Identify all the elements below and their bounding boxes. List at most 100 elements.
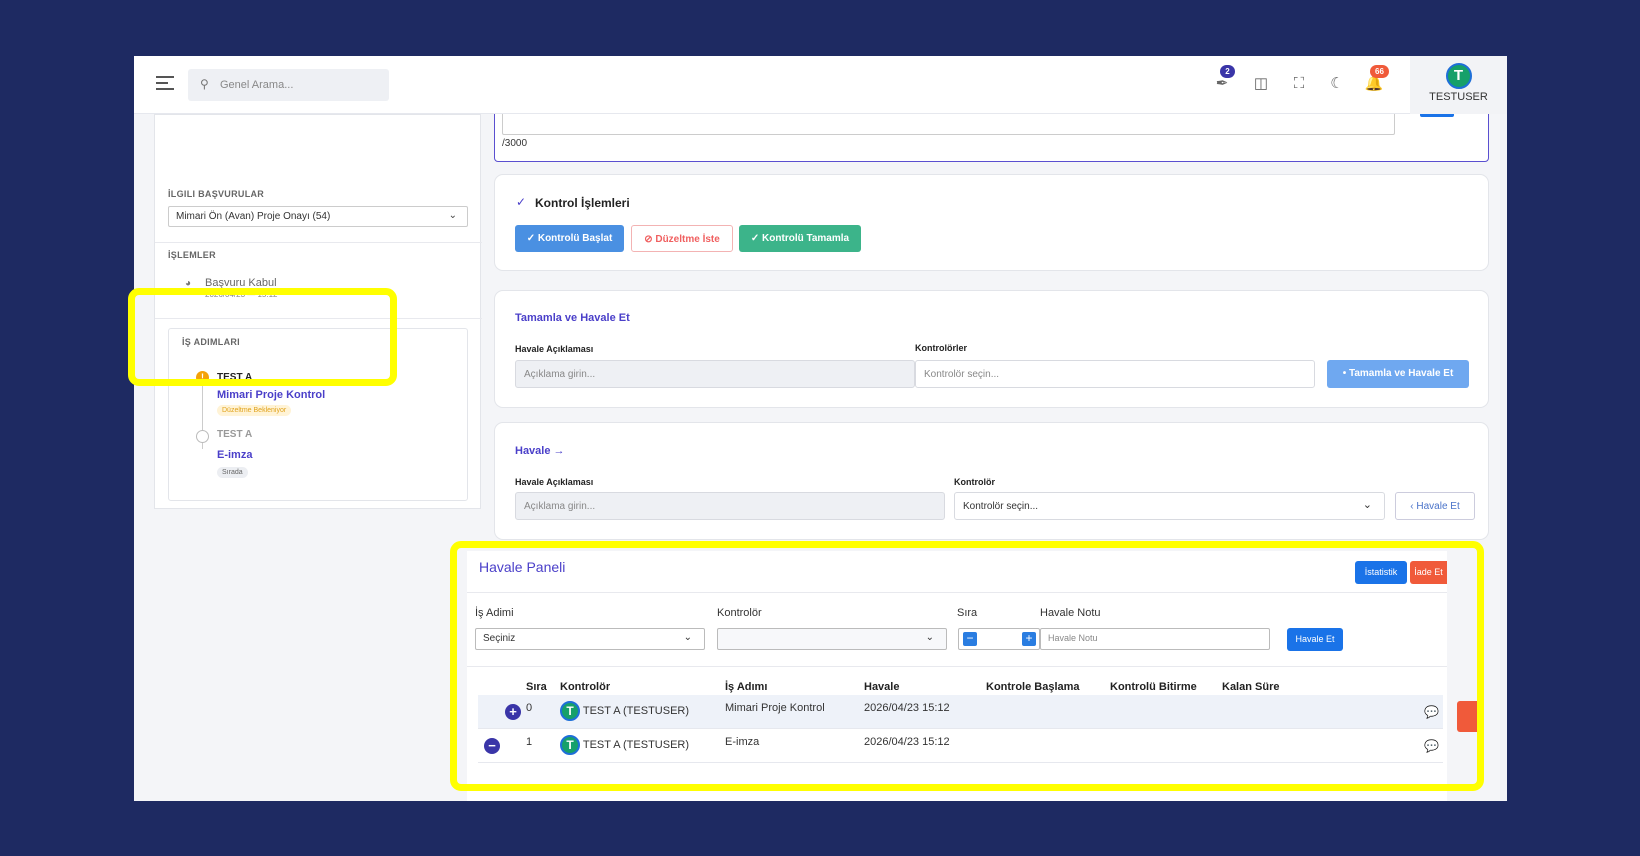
stats-button[interactable]: İstatistik (1355, 561, 1407, 584)
note-input[interactable]: Havale Notu (1040, 628, 1270, 650)
chevron-down-icon: ⌄ (1362, 499, 1372, 511)
row-order: 1 (526, 736, 533, 748)
col-remaining: Kalan Süre (1222, 681, 1280, 693)
check-circle-icon: ✓ (516, 195, 527, 209)
chevron-down-icon: ⌄ (448, 210, 457, 221)
col-end: Kontrolü Bitirme (1110, 681, 1197, 693)
desc-input[interactable]: Açıklama girin... (515, 360, 915, 388)
status-badge: Düzeltme Bekleniyor (217, 405, 292, 416)
pen-badge: 2 (1220, 65, 1235, 78)
sidebar: İLGILI BAŞVURULAR Mimari Ön (Avan) Proje… (154, 114, 482, 509)
avatar: T (560, 701, 580, 721)
request-correction-button[interactable]: ⊘ Düzeltme İste (631, 225, 733, 252)
submit-transfer-button[interactable]: Havale Et (1287, 628, 1343, 651)
step-process[interactable]: E-imza (217, 449, 252, 461)
step-name: TEST A (217, 429, 253, 440)
expand-icon[interactable]: + (505, 704, 521, 720)
controller-label: Kontrolör (717, 607, 762, 619)
search-icon: ⚲ (200, 77, 209, 91)
comment-icon[interactable]: 💬 (1424, 739, 1439, 753)
controllers-input[interactable]: Kontrolör seçin... (915, 360, 1315, 388)
search-input[interactable] (220, 69, 380, 101)
step-label: İş Adimi (475, 607, 514, 619)
related-select[interactable]: Mimari Ön (Avan) Proje Onayı (54) ⌄ (168, 206, 468, 227)
ops-label: İŞLEMLER (168, 250, 216, 260)
complete-control-button[interactable]: ✓ Kontrolü Tamamla (739, 225, 861, 252)
avatar: T (1445, 63, 1472, 89)
controller-value: Kontrolör seçin... (963, 501, 1039, 512)
warning-icon: ! (196, 371, 209, 384)
transfer-panel: Havale Paneli İstatistik İade Et İş Adim… (467, 551, 1447, 801)
step-process[interactable]: Mimari Proje Kontrol (217, 389, 325, 401)
table-row[interactable]: − 1 T TEST A (TESTUSER) E-imza 2026/04/2… (478, 729, 1443, 763)
side-tab[interactable] (1457, 701, 1483, 732)
desc-label: Havale Açıklaması (515, 344, 594, 354)
fullscreen-icon[interactable]: ⛶ (1289, 74, 1309, 94)
user-menu[interactable]: T TESTUSER (1410, 56, 1507, 114)
operation-date: 2026/04/23 — 15:12 (205, 290, 278, 299)
row-controller-name: TEST A (TESTUSER) (582, 704, 690, 717)
chevron-down-icon: ⌄ (925, 632, 934, 643)
col-step: İş Adımı (725, 681, 768, 693)
panel-icon[interactable]: ◫ (1251, 74, 1271, 94)
panel-title: Havale Paneli (479, 559, 566, 575)
avatar: T (560, 735, 580, 755)
moon-icon[interactable]: ☾ (1327, 74, 1347, 94)
divider (155, 318, 482, 319)
row-order: 0 (526, 702, 533, 714)
comment-icon[interactable]: 💬 (1424, 705, 1439, 719)
char-counter: /3000 (502, 138, 528, 149)
col-transfer: Havale (864, 681, 900, 693)
row-controller-name: TEST A (TESTUSER) (582, 738, 690, 751)
start-control-button[interactable]: ✓ Kontrolü Başlat (515, 225, 624, 252)
transfer-button[interactable]: ‹ Havale Et (1395, 492, 1475, 520)
divider (467, 592, 1447, 593)
control-card: ✓ Kontrol İşlemleri ✓ Kontrolü Başlat ⊘ … (494, 174, 1489, 271)
minus-icon[interactable]: − (963, 632, 977, 646)
desc-input[interactable]: Açıklama girin... (515, 492, 945, 520)
steps-label: İŞ ADIMLARI (182, 337, 240, 347)
desc-label: Havale Açıklaması (515, 477, 594, 487)
row-controller: T TEST A (TESTUSER) (560, 735, 689, 755)
user-name: TESTUSER (1429, 91, 1488, 103)
complete-transfer-card: Tamamla ve Havale Et Havale Açıklaması A… (494, 290, 1489, 408)
step-select[interactable]: Seçiniz ⌄ (475, 628, 705, 650)
controller-label: Kontrolör (954, 477, 995, 487)
complete-title: Tamamla ve Havale Et (515, 312, 630, 324)
menu-toggle-icon[interactable] (156, 76, 174, 92)
order-stepper[interactable]: − + (958, 628, 1040, 650)
chevron-down-icon: ⌄ (683, 632, 692, 643)
row-step: Mimari Proje Kontrol (725, 702, 825, 714)
divider (467, 666, 1447, 667)
divider (155, 242, 482, 243)
controller-select[interactable]: ⌄ (717, 628, 947, 650)
return-button[interactable]: İade Et (1410, 561, 1447, 584)
collapse-icon[interactable]: − (484, 738, 500, 754)
transfer-card: Havale → Havale Açıklaması Açıklama giri… (494, 422, 1489, 540)
global-search[interactable]: ⚲ (188, 69, 389, 101)
control-title: Kontrol İşlemleri (535, 196, 630, 210)
row-transfer: 2026/04/23 15:12 (864, 702, 950, 714)
step-name: TEST A (217, 372, 253, 383)
row-step: E-imza (725, 736, 760, 748)
pending-icon (196, 430, 209, 443)
operation-title: Başvuru Kabul (205, 277, 277, 289)
order-label: Sıra (957, 607, 978, 619)
step-select-value: Seçiniz (483, 633, 516, 644)
related-value: Mimari Ön (Avan) Proje Onayı (54) (176, 211, 331, 222)
col-start: Kontrole Başlama (986, 681, 1080, 693)
row-transfer: 2026/04/23 15:12 (864, 736, 950, 748)
work-steps: İŞ ADIMLARI ! TEST A Mimari Proje Kontro… (168, 328, 468, 501)
complete-and-transfer-button[interactable]: • Tamamla ve Havale Et (1327, 360, 1469, 388)
col-controller: Kontrolör (560, 681, 611, 693)
table-row[interactable]: + 0 T TEST A (TESTUSER) Mimari Proje Kon… (478, 695, 1443, 729)
plus-icon[interactable]: + (1022, 632, 1036, 646)
transfer-title: Havale → (515, 445, 565, 457)
controller-select[interactable]: Kontrolör seçin... ⌄ (954, 492, 1385, 520)
top-header: ⚲ ✒ 2 ◫ ⛶ ☾ 🔔 66 T TESTUSER (134, 56, 1507, 114)
app-window: ⚲ ✒ 2 ◫ ⛶ ☾ 🔔 66 T TESTUSER İLGILI BAŞVU… (134, 56, 1507, 801)
gauge-icon: ◕ (185, 278, 192, 289)
note-label: Havale Notu (1040, 607, 1101, 619)
col-order: Sıra (526, 681, 547, 693)
row-controller: T TEST A (TESTUSER) (560, 701, 689, 721)
